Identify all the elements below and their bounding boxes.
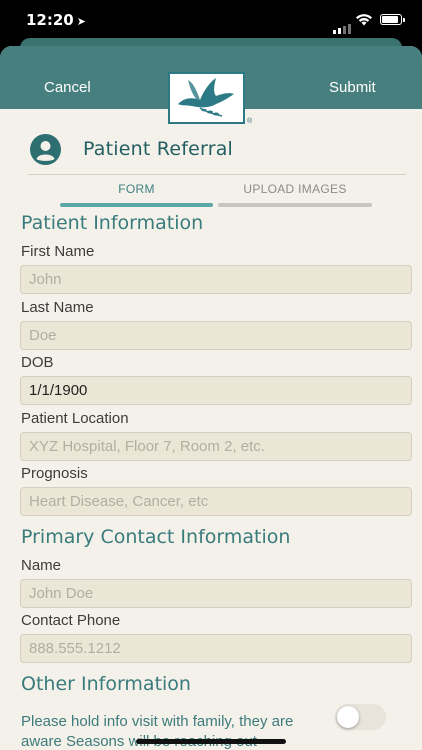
hold-info-label: Please hold info visit with family, they… bbox=[21, 713, 294, 750]
dob-field[interactable] bbox=[20, 376, 412, 405]
wifi-icon bbox=[356, 14, 372, 26]
tab-form-indicator bbox=[60, 203, 213, 207]
toggle-knob bbox=[337, 706, 359, 728]
registered-mark: ® bbox=[247, 118, 253, 125]
contact-name-label: Name bbox=[21, 557, 62, 574]
section-patient-information: Patient Information bbox=[21, 212, 204, 234]
dob-label: DOB bbox=[21, 354, 54, 371]
home-indicator bbox=[136, 739, 286, 744]
section-primary-contact: Primary Contact Information bbox=[21, 526, 291, 548]
tab-upload-indicator bbox=[218, 203, 372, 207]
first-name-label: First Name bbox=[21, 243, 95, 260]
first-name-field[interactable] bbox=[20, 265, 412, 294]
page-title: Patient Referral bbox=[83, 138, 234, 160]
last-name-label: Last Name bbox=[21, 299, 94, 316]
submit-button[interactable]: Submit bbox=[329, 79, 376, 96]
divider bbox=[28, 174, 406, 175]
hold-info-toggle[interactable] bbox=[335, 704, 386, 730]
dove-logo-icon bbox=[168, 72, 245, 124]
contact-phone-label: Contact Phone bbox=[21, 612, 121, 629]
section-other-information: Other Information bbox=[21, 673, 191, 695]
title-row: Patient Referral bbox=[0, 129, 422, 169]
prognosis-label: Prognosis bbox=[21, 465, 88, 482]
contact-phone-field[interactable] bbox=[20, 634, 412, 663]
tab-form[interactable]: FORM bbox=[60, 182, 213, 196]
battery-icon bbox=[380, 14, 405, 25]
prognosis-field[interactable] bbox=[20, 487, 412, 516]
patient-location-field[interactable] bbox=[20, 432, 412, 461]
referral-sheet: Cancel Submit ® Patient Referral FORM UP… bbox=[0, 46, 422, 750]
cancel-button[interactable]: Cancel bbox=[44, 79, 91, 96]
patient-location-label: Patient Location bbox=[21, 410, 129, 427]
status-time: 12:20 ➤ bbox=[26, 11, 86, 29]
contact-name-field[interactable] bbox=[20, 579, 412, 608]
last-name-field[interactable] bbox=[20, 321, 412, 350]
person-circle-icon bbox=[30, 134, 61, 165]
location-arrow-icon: ➤ bbox=[76, 15, 86, 28]
tab-upload-images[interactable]: UPLOAD IMAGES bbox=[218, 182, 372, 196]
status-bar: 12:20 ➤ bbox=[0, 0, 422, 40]
cellular-signal-icon bbox=[333, 16, 353, 34]
